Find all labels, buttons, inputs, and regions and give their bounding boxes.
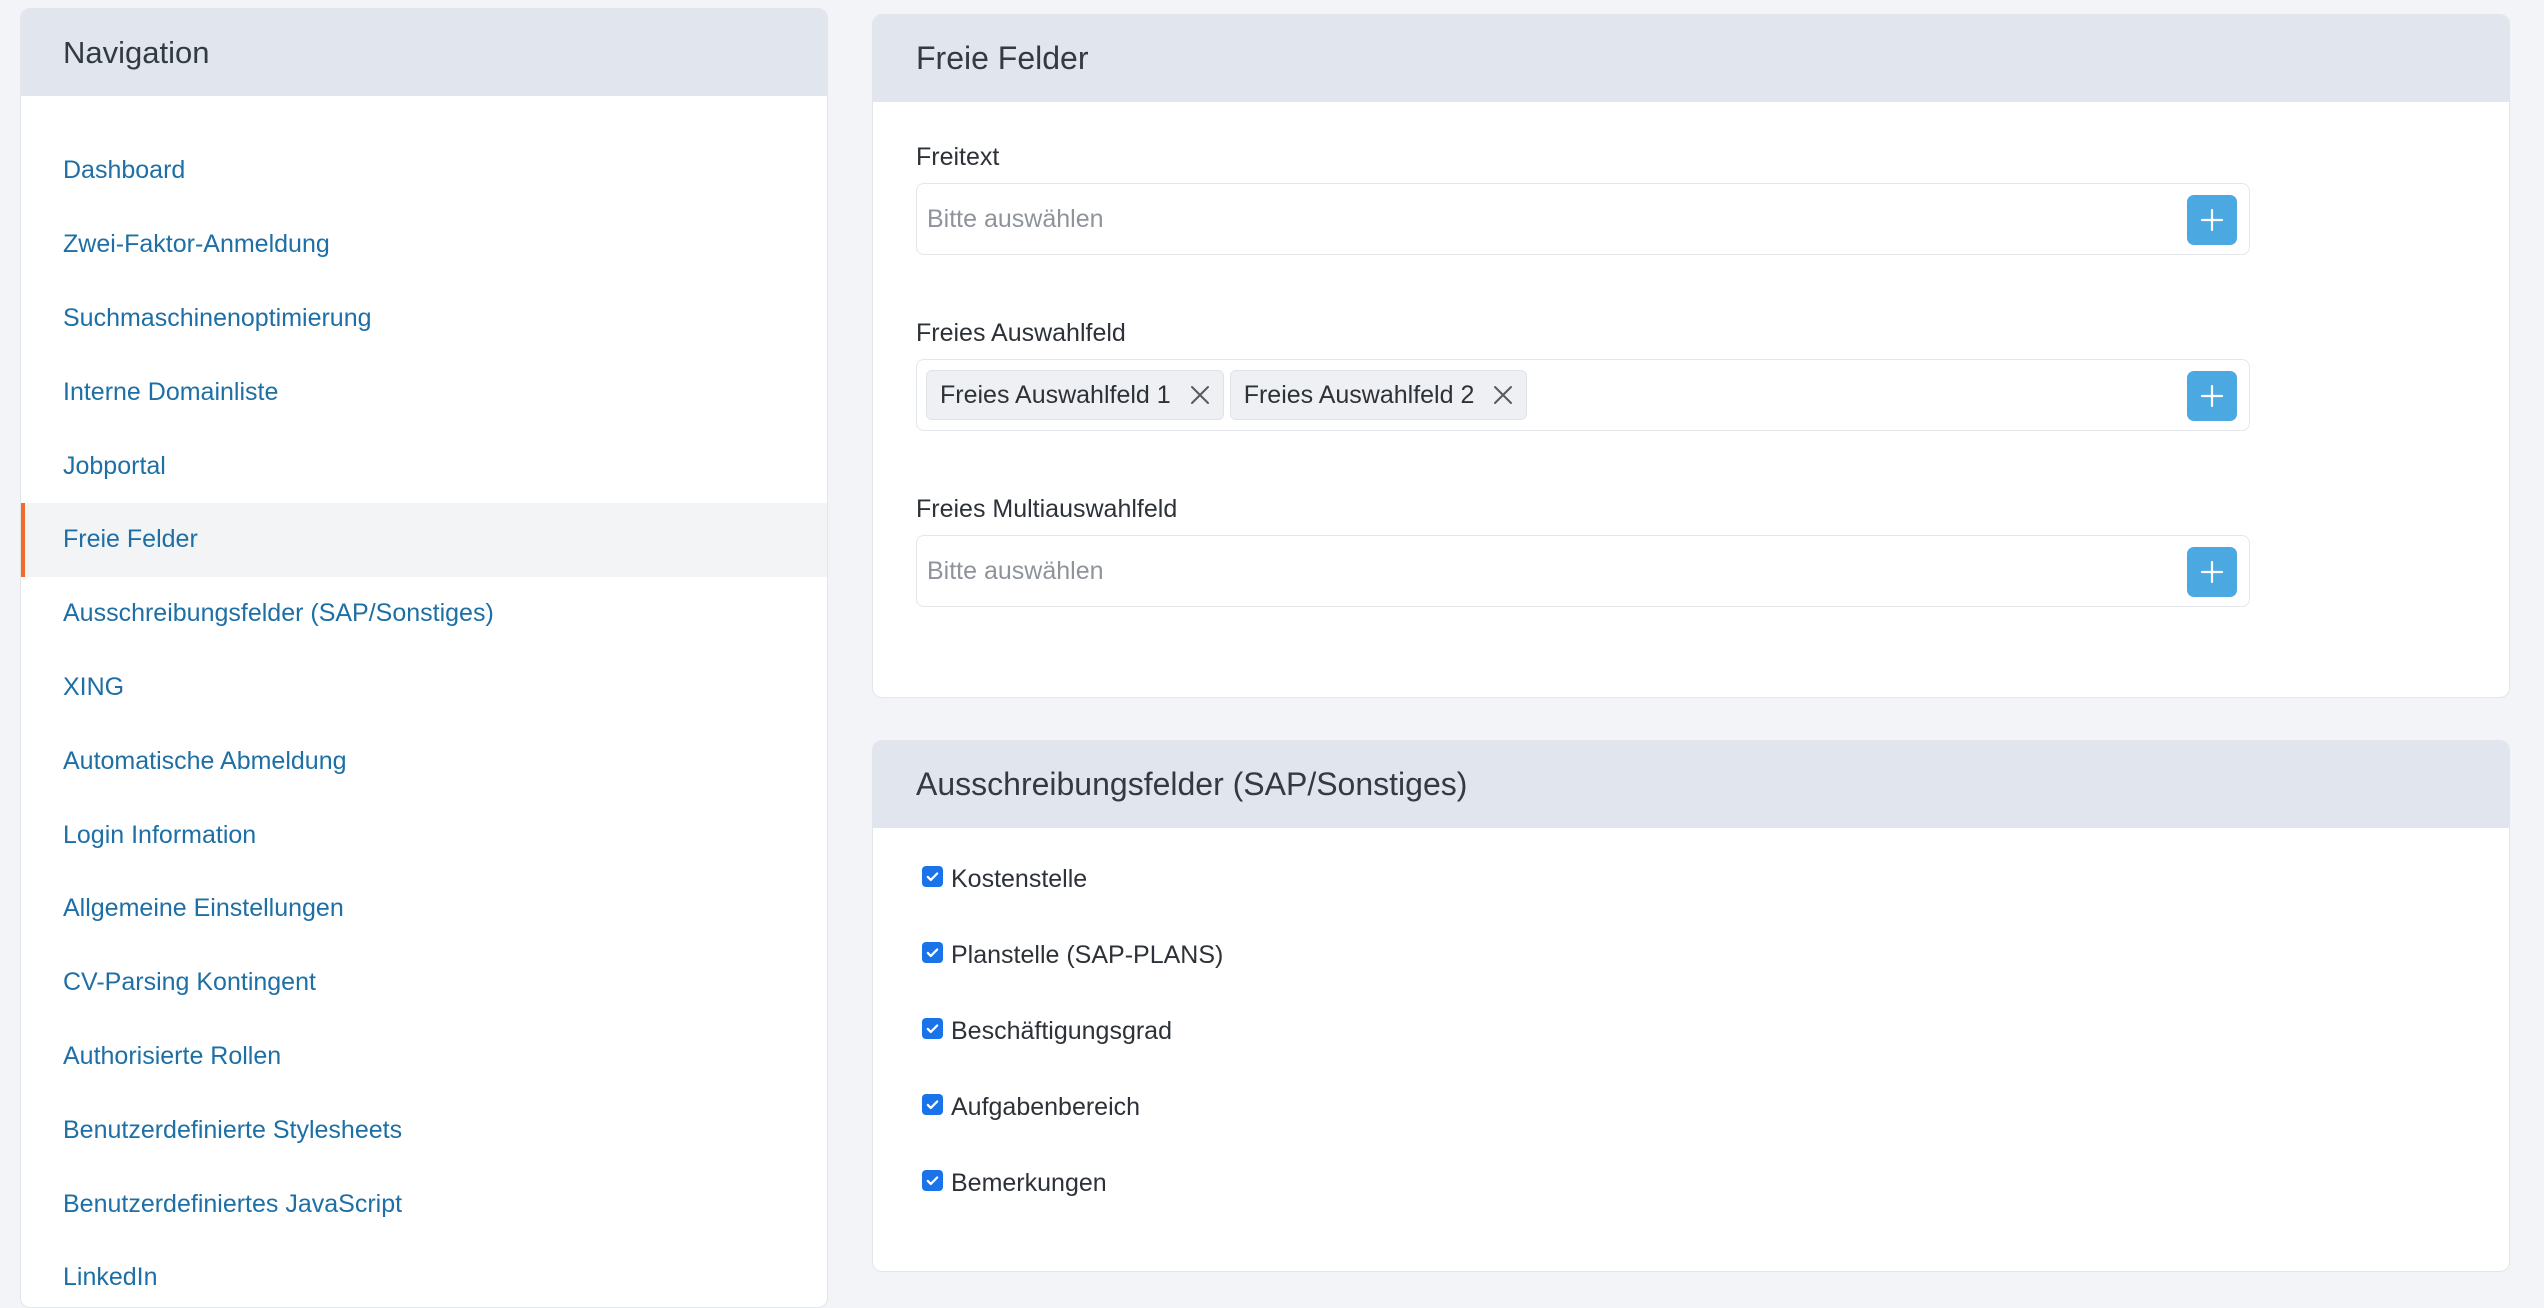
sidebar-item-jobportal[interactable]: Jobportal <box>21 429 827 503</box>
checkbox-bemerkungen[interactable] <box>922 1170 943 1191</box>
option-label: Planstelle (SAP-PLANS) <box>951 941 1224 969</box>
option-beschaeftigungsgrad: Beschäftigungsgrad <box>922 1017 1172 1046</box>
sidebar-item-cv-parsing[interactable]: CV-Parsing Kontingent <box>21 946 827 1020</box>
tender-fields-card: Ausschreibungsfelder (SAP/Sonstiges) Kos… <box>872 740 2510 1272</box>
multiauswahlfeld-add-button[interactable] <box>2187 547 2237 597</box>
checkbox-planstelle[interactable] <box>922 942 943 963</box>
tender-fields-title: Ausschreibungsfelder (SAP/Sonstiges) <box>873 741 2509 828</box>
sidebar-item-two-factor[interactable]: Zwei-Faktor-Anmeldung <box>21 208 827 282</box>
tag-label: Freies Auswahlfeld 1 <box>940 380 1171 409</box>
sidebar-item-linkedin[interactable]: LinkedIn <box>21 1241 827 1307</box>
plus-icon <box>2200 208 2224 232</box>
close-icon[interactable] <box>1492 384 1514 406</box>
free-fields-card: Freie Felder Freitext Bitte auswählen Fr… <box>872 14 2510 698</box>
checkbox-kostenstelle[interactable] <box>922 866 943 887</box>
sidebar-title: Navigation <box>21 9 827 96</box>
checkbox-aufgabenbereich[interactable] <box>922 1094 943 1115</box>
sidebar-item-free-fields[interactable]: Freie Felder <box>21 502 827 577</box>
navigation-sidebar: Navigation Dashboard Zwei-Faktor-Anmeldu… <box>20 8 828 1308</box>
auswahlfeld-add-button[interactable] <box>2187 371 2237 421</box>
multiauswahlfeld-select[interactable]: Bitte auswählen <box>916 535 2250 607</box>
option-label: Beschäftigungsgrad <box>951 1017 1172 1045</box>
plus-icon <box>2200 560 2224 584</box>
auswahlfeld-select[interactable]: Freies Auswahlfeld 1 Freies Auswahlfeld … <box>916 359 2250 431</box>
checkmark-icon <box>926 1176 939 1186</box>
free-fields-title: Freie Felder <box>873 15 2509 102</box>
sidebar-item-dashboard[interactable]: Dashboard <box>21 134 827 208</box>
option-label: Bemerkungen <box>951 1169 1107 1197</box>
option-bemerkungen: Bemerkungen <box>922 1169 1107 1198</box>
sidebar-item-auto-logout[interactable]: Automatische Abmeldung <box>21 724 827 798</box>
tag-label: Freies Auswahlfeld 2 <box>1243 380 1475 409</box>
selected-tag: Freies Auswahlfeld 2 <box>1229 370 1528 420</box>
option-planstelle: Planstelle (SAP-PLANS) <box>922 941 1223 970</box>
option-kostenstelle: Kostenstelle <box>922 865 1087 894</box>
freitext-add-button[interactable] <box>2187 195 2237 245</box>
checkmark-icon <box>926 1100 939 1110</box>
checkbox-beschaeftigungsgrad[interactable] <box>922 1018 943 1039</box>
multiauswahlfeld-placeholder: Bitte auswählen <box>927 556 1104 585</box>
freitext-placeholder: Bitte auswählen <box>927 204 1104 233</box>
option-label: Aufgabenbereich <box>951 1093 1141 1121</box>
close-icon[interactable] <box>1189 384 1211 406</box>
sidebar-item-tender-fields[interactable]: Ausschreibungsfelder (SAP/Sonstiges) <box>21 577 827 651</box>
checkmark-icon <box>926 872 939 882</box>
sidebar-item-domain-list[interactable]: Interne Domainliste <box>21 355 827 429</box>
sidebar-item-custom-stylesheets[interactable]: Benutzerdefinierte Stylesheets <box>21 1093 827 1167</box>
selected-tag: Freies Auswahlfeld 1 <box>926 370 1224 420</box>
sidebar-item-login-info[interactable]: Login Information <box>21 798 827 872</box>
option-aufgabenbereich: Aufgabenbereich <box>922 1093 1140 1122</box>
multiauswahlfeld-label: Freies Multiauswahlfeld <box>916 495 1178 523</box>
sidebar-item-seo[interactable]: Suchmaschinenoptimierung <box>21 282 827 356</box>
auswahlfeld-label: Freies Auswahlfeld <box>916 319 1126 347</box>
nav-list: Dashboard Zwei-Faktor-Anmeldung Suchmasc… <box>21 96 827 1307</box>
plus-icon <box>2200 384 2224 408</box>
freitext-select[interactable]: Bitte auswählen <box>916 183 2250 255</box>
sidebar-item-authorized-roles[interactable]: Authorisierte Rollen <box>21 1020 827 1094</box>
sidebar-item-custom-javascript[interactable]: Benutzerdefiniertes JavaScript <box>21 1167 827 1241</box>
option-label: Kostenstelle <box>951 865 1088 893</box>
sidebar-item-xing[interactable]: XING <box>21 651 827 725</box>
freitext-label: Freitext <box>916 143 1000 171</box>
checkmark-icon <box>926 948 939 958</box>
sidebar-item-general-settings[interactable]: Allgemeine Einstellungen <box>21 872 827 946</box>
checkmark-icon <box>926 1024 939 1034</box>
